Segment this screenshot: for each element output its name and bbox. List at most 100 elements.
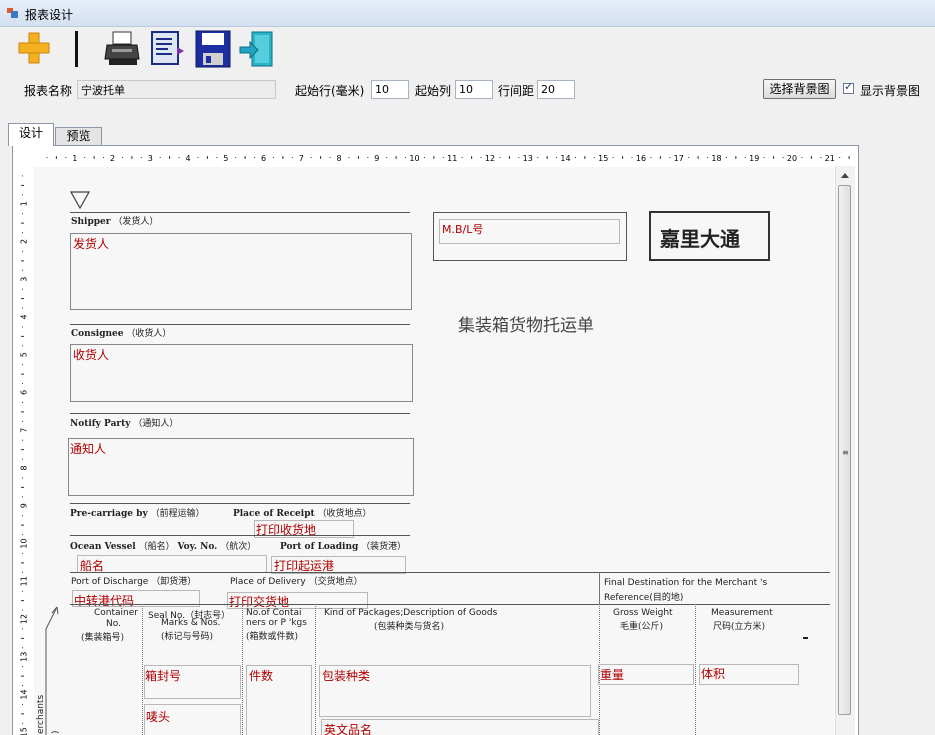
toolbar bbox=[0, 27, 935, 71]
start-col-input[interactable] bbox=[455, 80, 493, 99]
ruler-tick bbox=[612, 157, 614, 158]
mbl-field[interactable]: M.B/L号 bbox=[442, 221, 483, 237]
place-delivery-caption: Place of Delivery （交货地点） bbox=[230, 577, 363, 587]
ruler-tick bbox=[84, 157, 86, 158]
ruler-number: 9 bbox=[20, 503, 29, 508]
vertical-ruler: 1 2 3 4 5 6 7 8 9 10 11 12 13 14 15 bbox=[15, 166, 33, 735]
ruler-tick bbox=[669, 157, 671, 158]
consignee-field[interactable]: 收货人 bbox=[73, 346, 109, 363]
ruler-tick bbox=[21, 184, 24, 186]
ruler-number: 7 bbox=[20, 428, 29, 433]
ruler-tick bbox=[22, 345, 23, 347]
ruler-tick bbox=[206, 156, 208, 159]
ruler-tick bbox=[22, 496, 23, 498]
ruler-tick bbox=[22, 194, 23, 196]
tab-preview[interactable]: 预览 bbox=[55, 127, 102, 146]
consignee-rule bbox=[70, 324, 410, 325]
marks-field[interactable]: 唛头 bbox=[146, 708, 170, 725]
ruler-tick bbox=[21, 411, 24, 413]
print-preview-button[interactable] bbox=[149, 29, 187, 69]
ruler-tick bbox=[22, 250, 23, 252]
notify-rule bbox=[70, 413, 410, 414]
scroll-up-arrow-icon[interactable] bbox=[841, 173, 849, 178]
ruler-tick bbox=[537, 157, 539, 158]
ruler-tick bbox=[801, 157, 803, 158]
vertical-scrollbar[interactable]: ≡ bbox=[835, 166, 855, 735]
seal-field[interactable]: 箱封号 bbox=[145, 667, 181, 684]
document-title: 集装箱货物托运单 bbox=[458, 316, 594, 336]
packages-caption-cn: (包装种类与货名) bbox=[374, 622, 445, 632]
packages-caption: Kind of Packages;Description of Goods bbox=[324, 608, 498, 618]
print-preview-icon bbox=[151, 31, 184, 65]
ruler-tick bbox=[22, 364, 23, 366]
container-no-caption: Container bbox=[94, 608, 138, 618]
exit-button[interactable] bbox=[238, 29, 276, 69]
volume-field[interactable]: 体积 bbox=[701, 665, 725, 682]
ruler-number: 15 bbox=[598, 154, 608, 163]
ruler-tick bbox=[22, 326, 23, 328]
col-divider-5 bbox=[695, 604, 696, 735]
show-background-checkbox[interactable] bbox=[843, 80, 854, 94]
ruler-tick bbox=[22, 288, 23, 290]
ruler-number: 19 bbox=[749, 154, 759, 163]
ruler-number: 3 bbox=[20, 277, 29, 282]
report-name-label: 报表名称 bbox=[24, 84, 73, 98]
ruler-number: 20 bbox=[787, 154, 797, 163]
report-canvas[interactable]: Shipper （发货人） 发货人 Consignee （收货人） 收货人 No… bbox=[34, 167, 834, 735]
ocean-vessel-rule bbox=[70, 535, 410, 536]
ruler-tick bbox=[329, 157, 331, 158]
weight-field[interactable]: 重量 bbox=[600, 666, 624, 683]
port-discharge-caption: Port of Discharge （卸货港） bbox=[71, 577, 197, 587]
report-name-input[interactable] bbox=[77, 80, 276, 99]
ruler-tick bbox=[725, 157, 727, 158]
ruler-number: 12 bbox=[20, 614, 29, 624]
ruler-tick bbox=[584, 156, 586, 159]
consignee-box bbox=[70, 344, 413, 402]
separator-bar-icon bbox=[75, 31, 78, 67]
port-loading-caption: Port of Loading （装货港） bbox=[280, 542, 407, 552]
ruler-tick bbox=[508, 156, 510, 159]
line-spacing-input[interactable] bbox=[537, 80, 575, 99]
notify-field[interactable]: 通知人 bbox=[70, 440, 106, 457]
add-button[interactable] bbox=[16, 29, 54, 69]
ruler-tick bbox=[650, 157, 652, 158]
ruler-number: 1 bbox=[20, 201, 29, 206]
pieces-field[interactable]: 件数 bbox=[249, 667, 273, 684]
ruler-tick bbox=[21, 524, 24, 526]
tab-design[interactable]: 设计 bbox=[8, 123, 54, 146]
plus-icon bbox=[18, 32, 50, 64]
containers-caption: No.of Contai bbox=[246, 608, 302, 618]
goods-header-rule bbox=[70, 604, 830, 605]
ruler-number: 13 bbox=[523, 154, 533, 163]
company-logo: 嘉里大通 bbox=[660, 227, 740, 251]
ruler-tick bbox=[282, 156, 284, 159]
measurement-caption-cn: 尺码(立方米) bbox=[713, 622, 766, 632]
ruler-tick bbox=[22, 269, 23, 271]
transit-port-field[interactable]: 中转港代码 bbox=[74, 592, 134, 609]
merchants-caption-2: ) bbox=[51, 730, 61, 734]
choose-background-button[interactable]: 选择背景图 bbox=[763, 79, 836, 99]
package-kind-field[interactable]: 包装种类 bbox=[322, 667, 370, 684]
measurement-caption: Measurement bbox=[711, 608, 773, 618]
ruler-number: 6 bbox=[20, 390, 29, 395]
ruler-tick bbox=[442, 157, 444, 158]
ruler-tick bbox=[22, 722, 23, 724]
ruler-tick bbox=[22, 232, 23, 234]
ruler-tick bbox=[735, 156, 737, 159]
ruler-tick bbox=[22, 420, 23, 422]
col-divider-1 bbox=[142, 604, 143, 735]
start-row-label: 起始行(毫米) bbox=[295, 84, 365, 98]
ruler-tick bbox=[216, 157, 218, 158]
shipper-field[interactable]: 发货人 bbox=[73, 235, 109, 252]
ruler-tick bbox=[593, 157, 595, 158]
ruler-tick bbox=[22, 175, 23, 177]
save-button[interactable] bbox=[194, 29, 232, 69]
english-name-field[interactable]: 英文品名 bbox=[324, 721, 372, 735]
ruler-tick bbox=[22, 477, 23, 479]
print-button[interactable] bbox=[104, 29, 142, 69]
start-row-input[interactable] bbox=[371, 80, 409, 99]
floppy-disk-icon bbox=[195, 30, 231, 68]
containers-caption-cn: (箱数或件数) bbox=[246, 632, 299, 642]
ruler-tick bbox=[197, 157, 199, 158]
ruler-tick bbox=[22, 571, 23, 573]
